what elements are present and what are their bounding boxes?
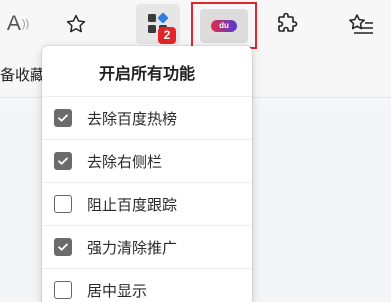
puzzle-icon <box>278 12 298 32</box>
favorites-bar-item[interactable]: 备收藏 <box>0 64 45 85</box>
option-remove-ads[interactable]: 强力清除推广 <box>42 225 252 268</box>
option-label: 居中显示 <box>87 281 148 300</box>
option-remove-hot-list[interactable]: 去除百度热榜 <box>42 96 252 139</box>
checkmark-icon <box>58 114 68 122</box>
sound-waves-icon: )) <box>21 18 30 30</box>
baidu-extension-button[interactable]: du <box>191 2 257 49</box>
option-remove-right-sidebar[interactable]: 去除右侧栏 <box>42 139 252 182</box>
favorites-button[interactable] <box>339 4 383 44</box>
checkbox[interactable] <box>54 238 72 256</box>
checkbox[interactable] <box>54 152 72 170</box>
baidu-extension-background: du <box>200 8 248 43</box>
favorites-list-icon <box>349 14 373 34</box>
checkmark-icon <box>58 243 68 251</box>
extension-count-badge: 2 <box>158 27 176 44</box>
checkbox[interactable] <box>54 195 72 213</box>
du-logo-icon: du <box>211 19 237 32</box>
option-center-display[interactable]: 居中显示 <box>42 268 252 302</box>
add-favorite-button[interactable] <box>56 4 96 44</box>
extensions-menu-button[interactable] <box>267 4 307 44</box>
checkbox[interactable] <box>54 281 72 299</box>
star-icon <box>66 14 86 33</box>
option-label: 阻止百度跟踪 <box>87 195 178 214</box>
read-aloud-icon: A <box>6 12 21 35</box>
extension-popup: 开启所有功能 去除百度热榜 去除右侧栏 阻止百度跟踪 强力清除推广 居中显示 <box>42 46 252 302</box>
option-label: 去除百度热榜 <box>87 109 178 128</box>
browser-toolbar: A)) 2 du <box>0 0 391 50</box>
checkmark-icon <box>58 157 68 165</box>
checkbox[interactable] <box>54 109 72 127</box>
enable-all-features-title[interactable]: 开启所有功能 <box>42 60 252 84</box>
read-aloud-button[interactable]: A)) <box>0 4 36 44</box>
option-label: 强力清除推广 <box>87 238 178 257</box>
option-label: 去除右侧栏 <box>87 152 163 171</box>
option-block-tracking[interactable]: 阻止百度跟踪 <box>42 182 252 225</box>
